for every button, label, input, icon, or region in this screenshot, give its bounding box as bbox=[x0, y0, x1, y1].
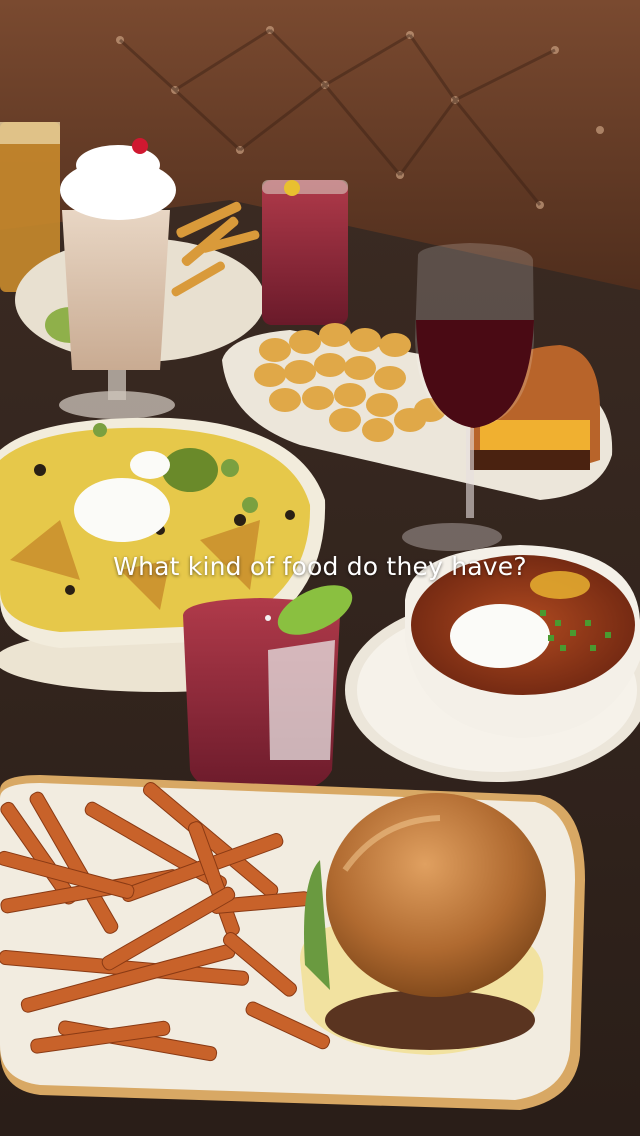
video-caption: What kind of food do they have? bbox=[113, 552, 527, 581]
red-jar-drink bbox=[262, 180, 348, 325]
